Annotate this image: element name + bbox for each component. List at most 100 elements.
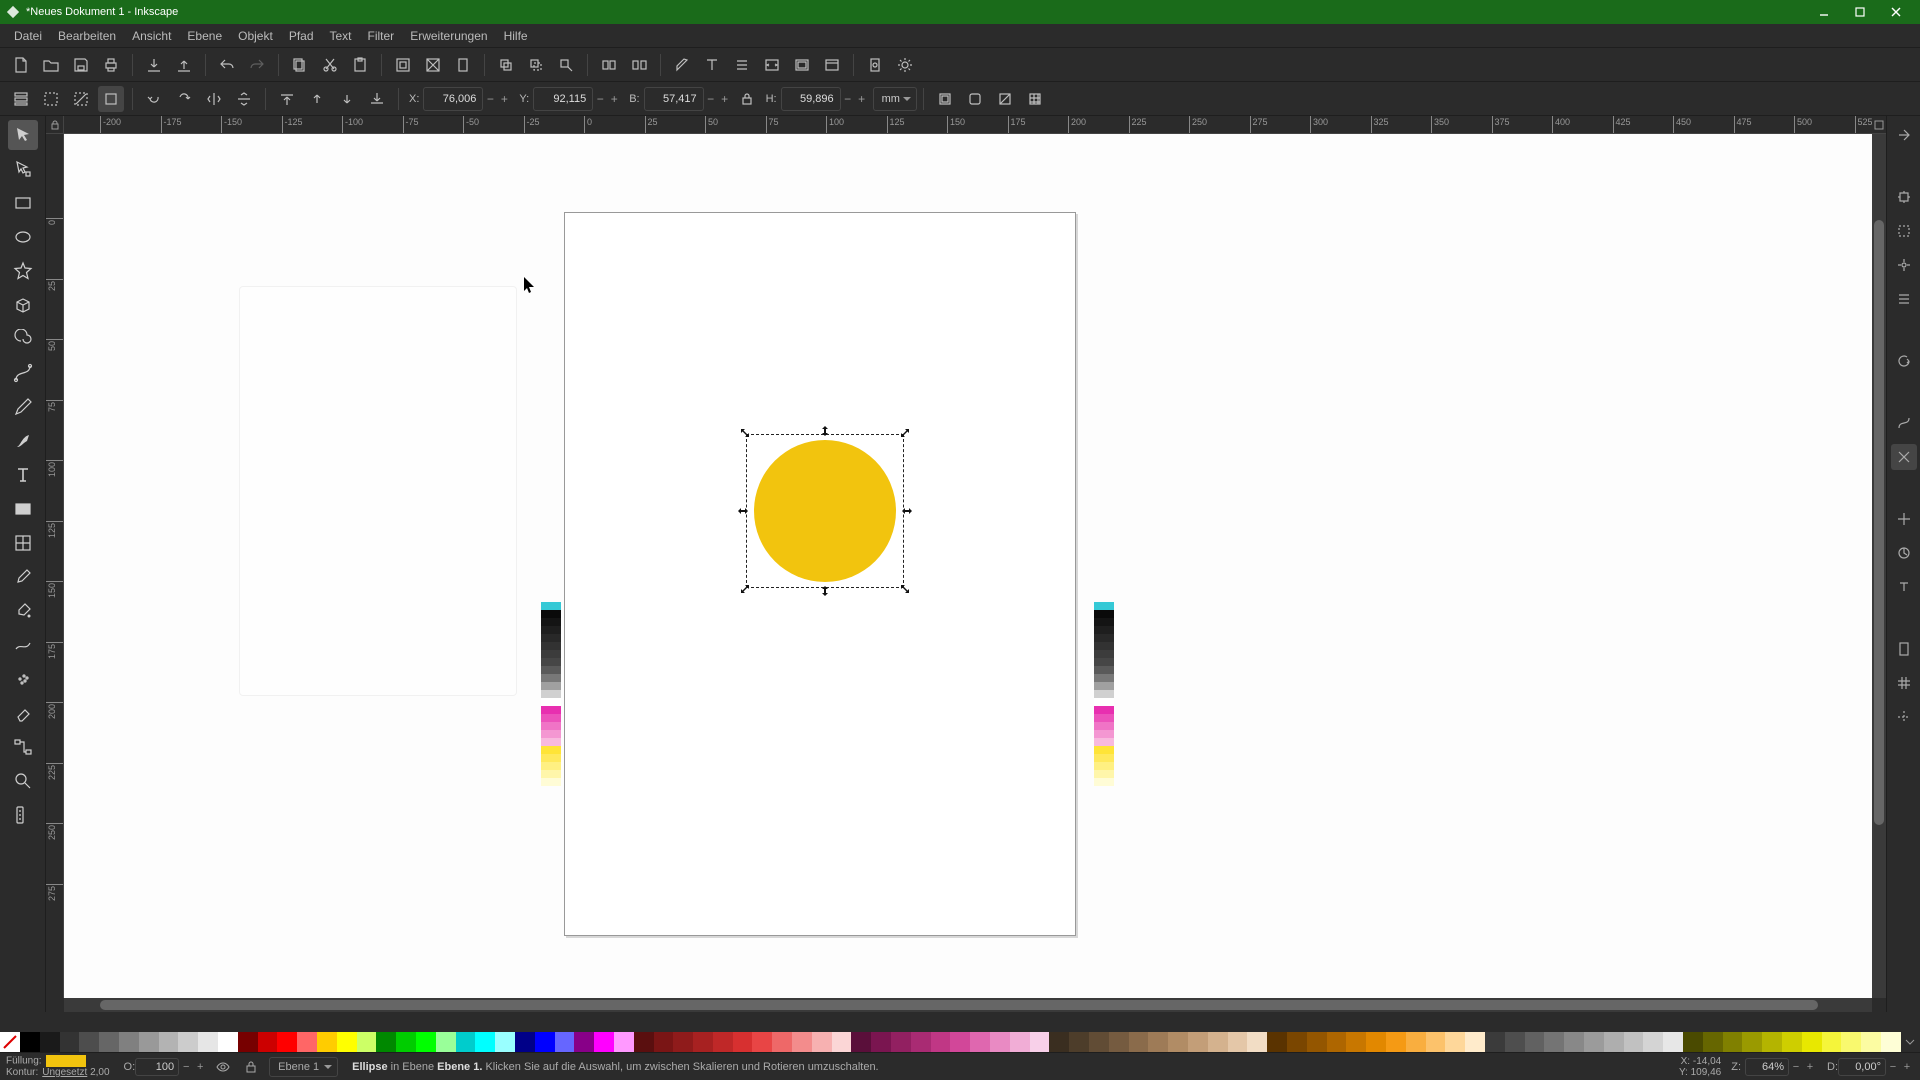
zoom-drawing-icon[interactable] — [420, 52, 446, 78]
menu-filter[interactable]: Filter — [360, 24, 403, 48]
palette-swatch[interactable] — [1406, 1032, 1426, 1052]
palette-swatch[interactable] — [911, 1032, 931, 1052]
palette-swatch[interactable] — [891, 1032, 911, 1052]
palette-menu-icon[interactable] — [1900, 1032, 1920, 1052]
layers-dialog-icon[interactable] — [789, 52, 815, 78]
import-icon[interactable] — [141, 52, 167, 78]
h-field[interactable] — [781, 87, 841, 111]
text-tool-icon[interactable] — [8, 460, 38, 490]
palette-swatch[interactable] — [495, 1032, 515, 1052]
zoom-tool-icon[interactable] — [8, 766, 38, 796]
horizontal-scrollbar[interactable] — [64, 998, 1872, 1012]
palette-swatch[interactable] — [416, 1032, 436, 1052]
palette-swatch[interactable] — [1287, 1032, 1307, 1052]
layer-select[interactable]: Ebene 1 — [269, 1057, 338, 1077]
palette-swatch[interactable] — [1465, 1032, 1485, 1052]
palette-swatch[interactable] — [277, 1032, 297, 1052]
rotation-input[interactable] — [1838, 1058, 1886, 1076]
palette-swatch[interactable] — [1683, 1032, 1703, 1052]
y-input[interactable] — [534, 93, 592, 105]
palette-swatch[interactable] — [1089, 1032, 1109, 1052]
layer-lock-icon[interactable] — [239, 1057, 263, 1077]
palette-swatch[interactable] — [1426, 1032, 1446, 1052]
zoom-plus-icon[interactable]: + — [1803, 1058, 1817, 1076]
palette-swatch[interactable] — [931, 1032, 951, 1052]
palette-swatch[interactable] — [337, 1032, 357, 1052]
palette-swatch[interactable] — [733, 1032, 753, 1052]
w-plus-icon[interactable]: + — [718, 92, 732, 106]
handle-n[interactable] — [819, 425, 831, 437]
pencil-tool-icon[interactable] — [8, 392, 38, 422]
horizontal-ruler[interactable]: -200-175-150-125-100-75-50-2502550751001… — [64, 116, 1872, 134]
palette-swatch[interactable] — [673, 1032, 693, 1052]
palette-swatch[interactable] — [1445, 1032, 1465, 1052]
palette-swatch[interactable] — [1742, 1032, 1762, 1052]
align-dialog-icon[interactable] — [729, 52, 755, 78]
lower-icon[interactable] — [334, 86, 360, 112]
palette-swatch[interactable] — [178, 1032, 198, 1052]
palette-swatch[interactable] — [1525, 1032, 1545, 1052]
palette-swatch[interactable] — [832, 1032, 852, 1052]
select-all-icon[interactable] — [38, 86, 64, 112]
palette-swatch[interactable] — [713, 1032, 733, 1052]
fill-stroke-dialog-icon[interactable] — [669, 52, 695, 78]
palette-swatch[interactable] — [1861, 1032, 1881, 1052]
palette-swatch[interactable] — [1782, 1032, 1802, 1052]
snap-bbox-icon[interactable] — [1891, 218, 1917, 244]
palette-swatch[interactable] — [950, 1032, 970, 1052]
eraser-tool-icon[interactable] — [8, 698, 38, 728]
snap-path-icon[interactable] — [1891, 410, 1917, 436]
toggle-selection-box-icon[interactable] — [98, 86, 124, 112]
gradient-tool-icon[interactable] — [8, 494, 38, 524]
mesh-tool-icon[interactable] — [8, 528, 38, 558]
palette-swatch[interactable] — [1802, 1032, 1822, 1052]
palette-swatch[interactable] — [1723, 1032, 1743, 1052]
rotate-ccw-icon[interactable] — [141, 86, 167, 112]
opacity-input[interactable] — [135, 1058, 179, 1076]
lock-aspect-icon[interactable] — [734, 86, 760, 112]
palette-swatch[interactable] — [258, 1032, 278, 1052]
maximize-button[interactable] — [1842, 2, 1878, 22]
h-plus-icon[interactable]: + — [855, 92, 869, 106]
rotate-cw-icon[interactable] — [171, 86, 197, 112]
star-tool-icon[interactable] — [8, 256, 38, 286]
palette-swatch[interactable] — [792, 1032, 812, 1052]
snap-rotation-icon[interactable] — [1891, 540, 1917, 566]
palette-swatch[interactable] — [1366, 1032, 1386, 1052]
palette-swatch[interactable] — [60, 1032, 80, 1052]
unit-select[interactable]: mm — [873, 87, 917, 111]
palette-swatch[interactable] — [515, 1032, 535, 1052]
snap-guide-icon[interactable] — [1891, 704, 1917, 730]
snap-page-icon[interactable] — [1891, 636, 1917, 662]
snap-enable-icon[interactable] — [1891, 184, 1917, 210]
handle-s[interactable] — [819, 585, 831, 597]
menu-ansicht[interactable]: Ansicht — [124, 24, 179, 48]
raise-top-icon[interactable] — [274, 86, 300, 112]
palette-swatch[interactable] — [159, 1032, 179, 1052]
zoom-selection-icon[interactable] — [390, 52, 416, 78]
node-tool-icon[interactable] — [8, 154, 38, 184]
palette-swatch[interactable] — [752, 1032, 772, 1052]
palette-swatch[interactable] — [198, 1032, 218, 1052]
undo-icon[interactable] — [214, 52, 240, 78]
palette-swatch[interactable] — [693, 1032, 713, 1052]
palette-swatch[interactable] — [357, 1032, 377, 1052]
measure-tool-icon[interactable] — [8, 800, 38, 830]
palette-swatch[interactable] — [1663, 1032, 1683, 1052]
spray-tool-icon[interactable] — [8, 664, 38, 694]
palette-swatch[interactable] — [1327, 1032, 1347, 1052]
snap-reverse-icon[interactable] — [1891, 348, 1917, 374]
snap-text-icon[interactable] — [1891, 574, 1917, 600]
palette-swatch[interactable] — [1584, 1032, 1604, 1052]
fill-swatch[interactable] — [46, 1055, 86, 1067]
palette-swatch[interactable] — [654, 1032, 674, 1052]
menu-objekt[interactable]: Objekt — [230, 24, 281, 48]
palette-swatch[interactable] — [79, 1032, 99, 1052]
palette-swatch[interactable] — [1208, 1032, 1228, 1052]
cut-icon[interactable] — [317, 52, 343, 78]
h-minus-icon[interactable]: − — [841, 92, 855, 106]
palette-swatch[interactable] — [1505, 1032, 1525, 1052]
menu-bearbeiten[interactable]: Bearbeiten — [50, 24, 124, 48]
open-document-icon[interactable] — [38, 52, 64, 78]
palette-swatch[interactable] — [1881, 1032, 1901, 1052]
